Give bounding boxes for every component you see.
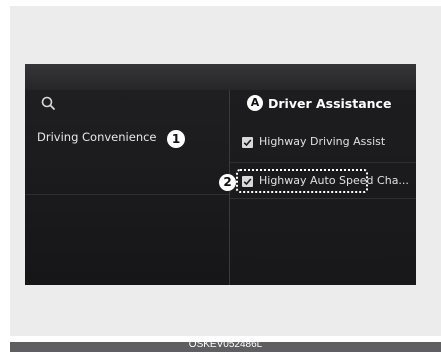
highway-driving-assist-checkbox[interactable] [242,137,253,148]
left-menu-panel [25,90,229,285]
callout-2: 2 [219,174,236,191]
figure-caption: OSKEV052486L [188,339,263,350]
row-divider [230,162,416,163]
highway-auto-speed-checkbox[interactable] [242,176,253,187]
panel-title: Driver Assistance [268,96,392,111]
top-bar [25,64,416,90]
option-highway-driving-assist[interactable]: Highway Driving Assist [259,135,385,148]
search-button[interactable] [39,94,63,116]
check-icon [242,176,253,187]
row-divider [25,194,229,195]
menu-item-label: Driving Convenience [37,130,157,144]
callout-1: 1 [167,130,185,148]
callout-a: A [247,95,263,111]
menu-item-driving-convenience[interactable]: Driving Convenience [37,130,157,144]
option-highway-auto-speed-change[interactable]: Highway Auto Speed Cha... [259,174,409,187]
check-icon [242,137,253,148]
search-icon [39,94,63,114]
row-divider [230,198,416,199]
